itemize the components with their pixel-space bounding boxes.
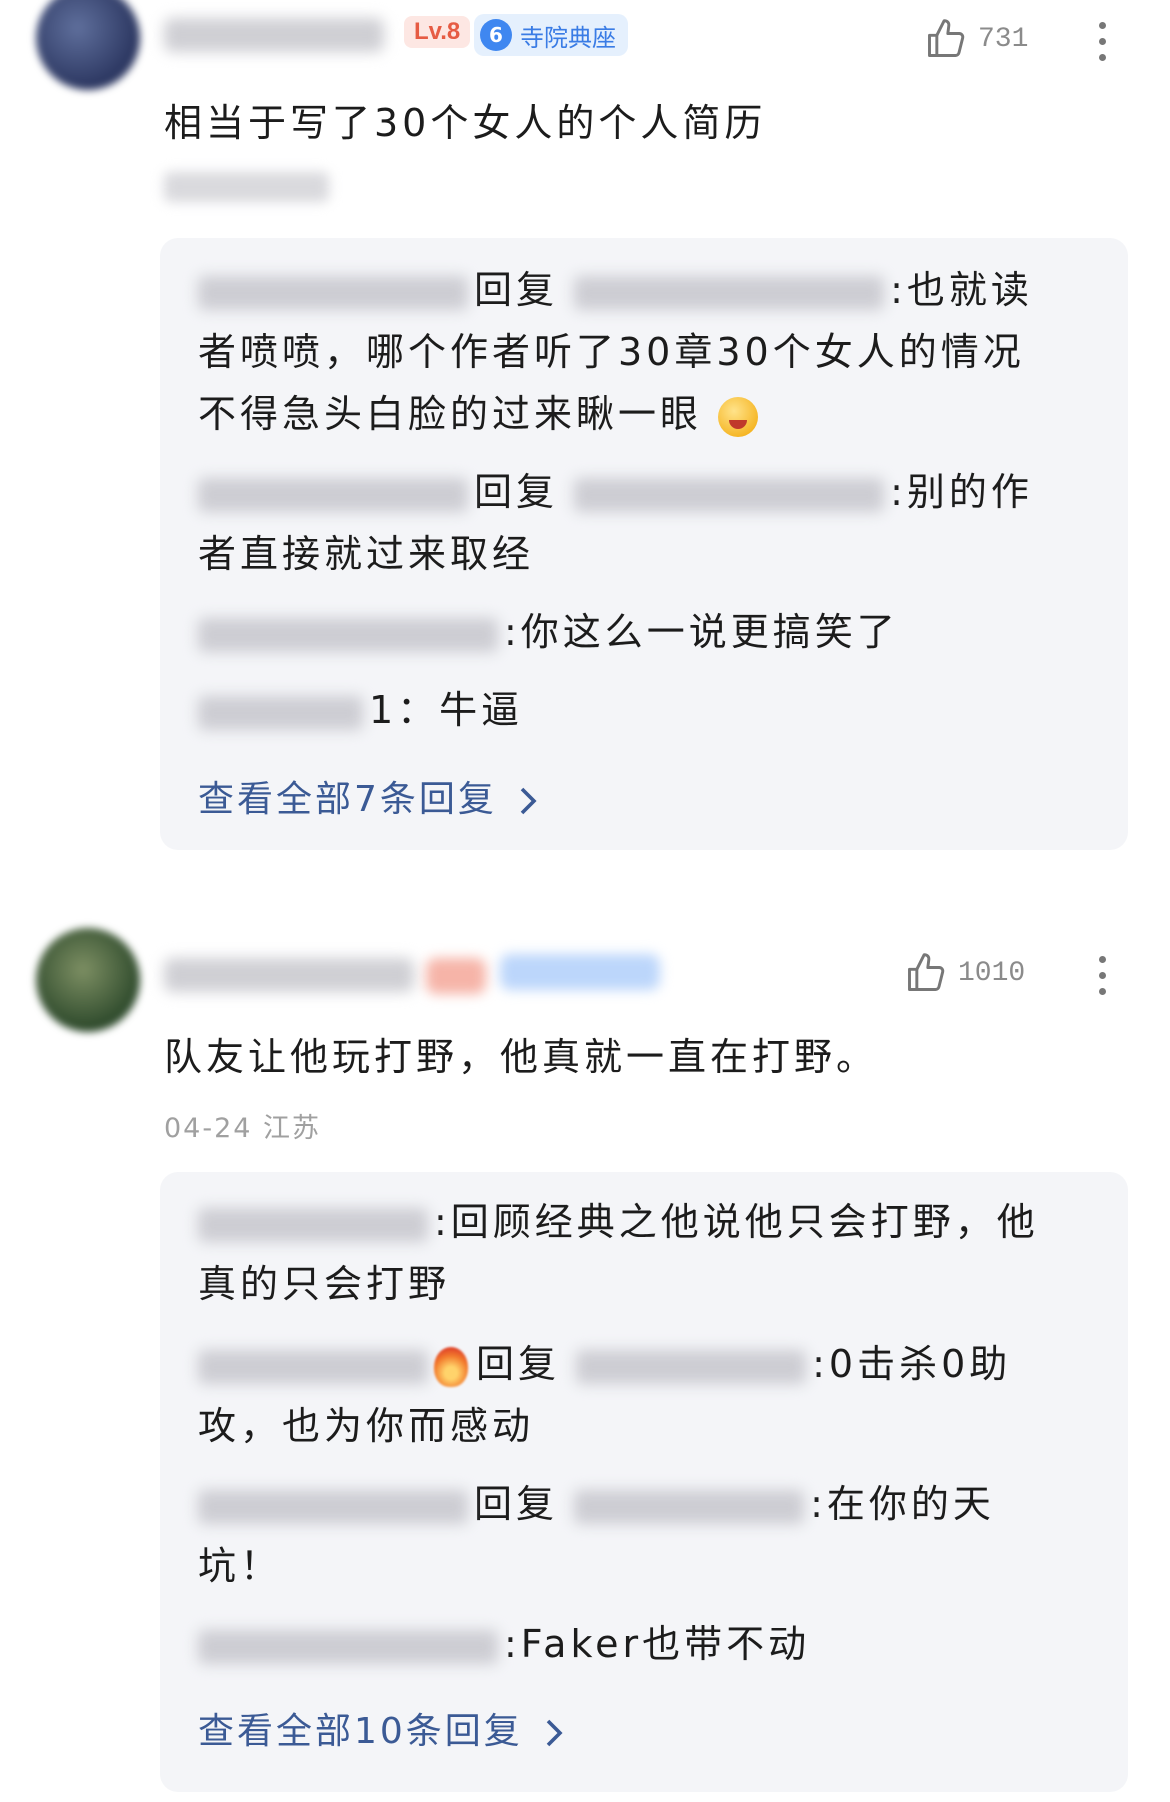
- like-count: 1010: [958, 957, 1026, 989]
- fire-emoji-icon: [434, 1346, 468, 1387]
- comment-meta-blurred: [164, 172, 329, 202]
- level-badge: Lv.8: [404, 16, 471, 48]
- fan-badge-level: 6: [480, 19, 512, 51]
- more-vertical-icon[interactable]: [1096, 956, 1108, 995]
- comment-text: 队友让他玩打野，他真就一直在打野。: [164, 1035, 879, 1079]
- like-count: 731: [978, 23, 1029, 55]
- view-all-replies-link[interactable]: 查看全部10条回复: [198, 1702, 565, 1754]
- reply-box[interactable]: 回复 :也就读 者喷喷，哪个作者听了30章30个女人的情况 不得急头白脸的过来瞅…: [160, 238, 1128, 850]
- level-badge-blurred: [426, 958, 486, 994]
- laughing-emoji-icon: [718, 396, 759, 437]
- reply-text: 真的只会打野: [198, 1262, 451, 1306]
- reply-item[interactable]: 回复 :在你的天: [198, 1474, 1090, 1534]
- fan-badge-blurred[interactable]: [500, 954, 660, 990]
- reply-item[interactable]: 回复 :别的作: [198, 462, 1090, 522]
- reply-text: 坑！: [198, 1544, 283, 1588]
- thumbs-up-icon: [908, 953, 945, 991]
- thumbs-up-icon: [928, 19, 965, 57]
- reply-text: 者喷喷，哪个作者听了30章30个女人的情况: [198, 330, 1025, 374]
- reply-text: 不得急头白脸的过来瞅一眼: [198, 384, 1090, 444]
- comment-meta: 04-24 江苏: [164, 1113, 322, 1144]
- username-blurred[interactable]: [164, 958, 414, 992]
- reply-box[interactable]: :回顾经典之他说他只会打野，他 真的只会打野 回复 :0击杀0助 攻，也为你而感…: [160, 1172, 1128, 1792]
- reply-item[interactable]: :回顾经典之他说他只会打野，他: [198, 1192, 1090, 1252]
- reply-item[interactable]: 1：牛逼: [198, 680, 1090, 740]
- chevron-right-icon: [521, 787, 537, 815]
- reply-item[interactable]: 回复 :也就读: [198, 260, 1090, 320]
- reply-item[interactable]: :你这么一说更搞笑了: [198, 602, 1090, 662]
- username-blurred[interactable]: [164, 18, 384, 52]
- more-vertical-icon[interactable]: [1096, 22, 1108, 61]
- like-button[interactable]: 1010: [904, 950, 1025, 996]
- view-all-replies-link[interactable]: 查看全部7条回复: [198, 770, 539, 822]
- reply-text: 者直接就过来取经: [198, 532, 535, 576]
- reply-text: 攻，也为你而感动: [198, 1404, 535, 1448]
- fan-badge[interactable]: 6 寺院典座: [474, 14, 628, 56]
- comment-text: 相当于写了30个女人的个人简历: [164, 101, 767, 145]
- chevron-right-icon: [546, 1719, 563, 1747]
- reply-item[interactable]: 回复 :0击杀0助: [198, 1334, 1090, 1394]
- avatar[interactable]: [36, 0, 140, 90]
- like-button[interactable]: 731: [924, 16, 1028, 62]
- reply-item[interactable]: :Faker也带不动: [198, 1614, 1090, 1674]
- avatar[interactable]: [36, 928, 140, 1032]
- fan-badge-label: 寺院典座: [520, 23, 616, 52]
